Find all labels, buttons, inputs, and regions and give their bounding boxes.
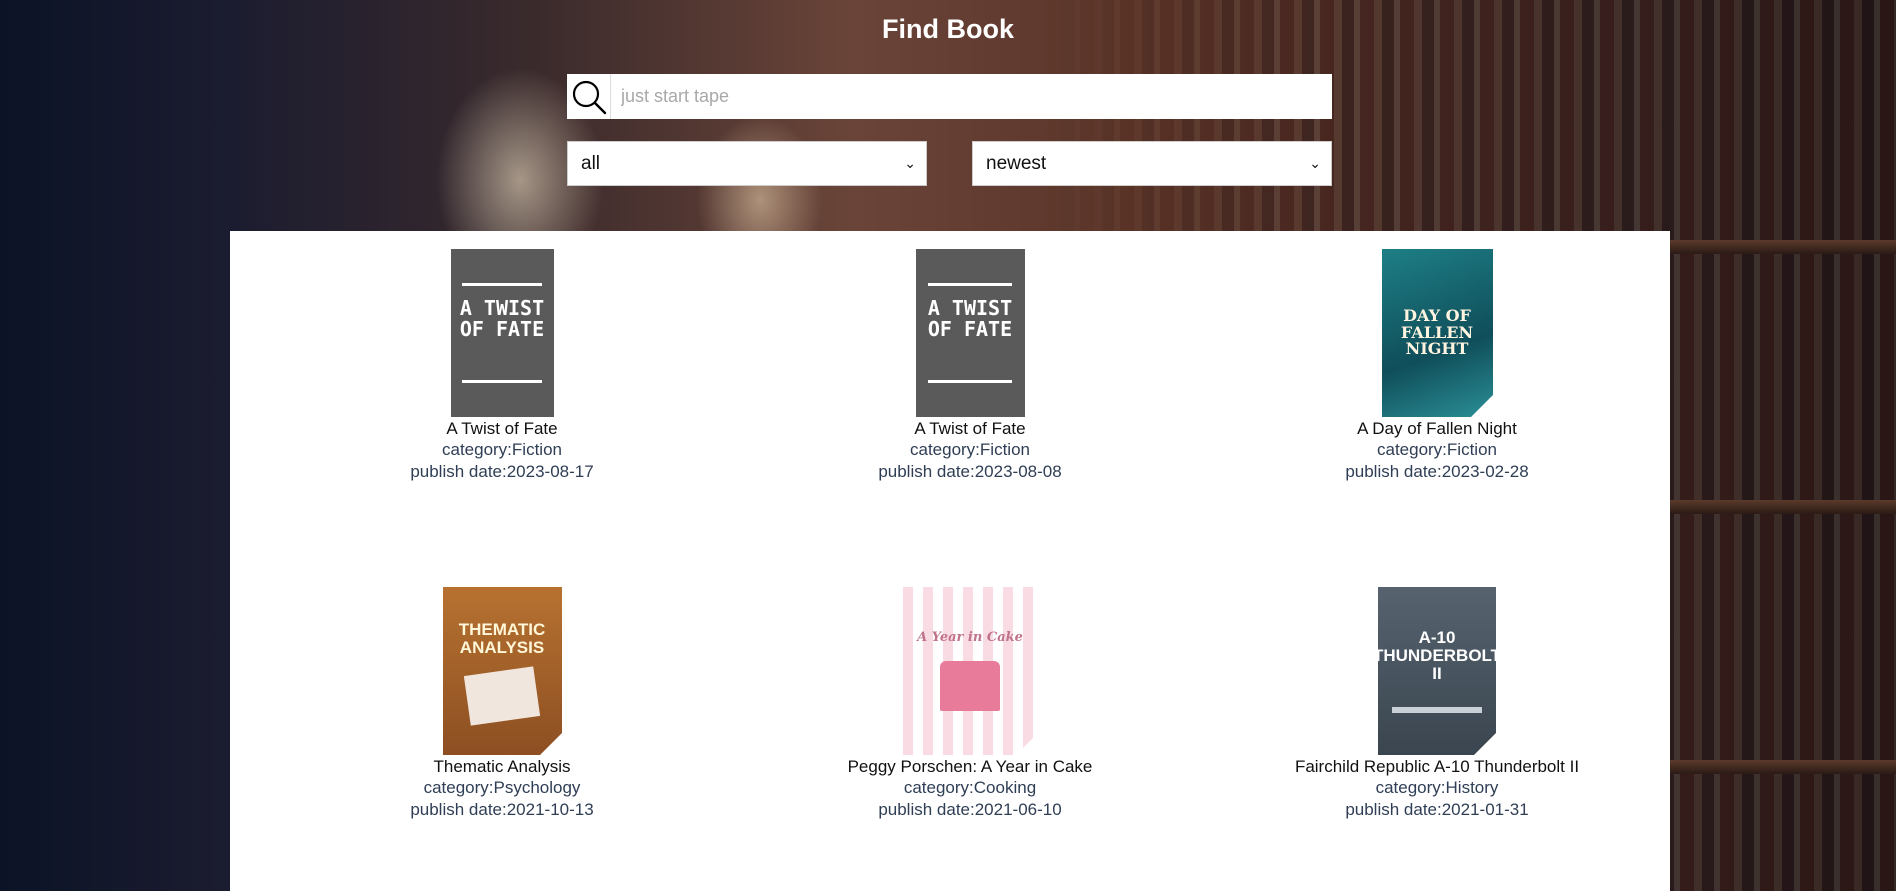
search-input[interactable]: [611, 74, 1332, 119]
book-results-panel: A TWIST OF FATE A Twist of Fate category…: [230, 231, 1670, 891]
book-title[interactable]: A Day of Fallen Night: [1227, 419, 1647, 439]
book-card[interactable]: DAY OF FALLEN NIGHT A Day of Fallen Nigh…: [1227, 249, 1647, 483]
book-title[interactable]: Thematic Analysis: [292, 757, 712, 777]
book-card[interactable]: A TWIST OF FATE A Twist of Fate category…: [292, 249, 712, 483]
category-select-value: all: [581, 152, 601, 174]
sort-select[interactable]: newest ⌄: [972, 141, 1332, 186]
book-cover[interactable]: THEMATIC ANALYSIS: [442, 587, 562, 755]
book-publish-date: publish date:2021-10-13: [410, 800, 594, 819]
book-title[interactable]: A Twist of Fate: [292, 419, 712, 439]
category-select[interactable]: all ⌄: [567, 141, 927, 186]
book-card[interactable]: A TWIST OF FATE A Twist of Fate category…: [760, 249, 1180, 483]
book-cover[interactable]: A-10 THUNDERBOLT II: [1378, 587, 1496, 755]
book-category: category:History: [1375, 778, 1499, 797]
chevron-down-icon: ⌄: [1309, 155, 1321, 171]
book-publish-date: publish date:2021-06-10: [878, 800, 1062, 819]
search-bar: [567, 74, 1332, 119]
book-category: category:Psychology: [423, 778, 581, 797]
book-publish-date: publish date:2023-08-08: [878, 462, 1062, 481]
book-publish-date: publish date:2023-08-17: [410, 462, 594, 481]
book-title[interactable]: Fairchild Republic A-10 Thunderbolt II: [1227, 757, 1647, 777]
book-category: category:Fiction: [1376, 440, 1497, 459]
book-category: category:Fiction: [909, 440, 1030, 459]
book-cover[interactable]: DAY OF FALLEN NIGHT: [1381, 249, 1493, 417]
search-icon[interactable]: [567, 74, 611, 119]
book-cover[interactable]: A Year in Cake: [902, 587, 1038, 755]
book-cover[interactable]: A TWIST OF FATE: [915, 249, 1025, 417]
book-card[interactable]: A-10 THUNDERBOLT II Fairchild Republic A…: [1227, 587, 1647, 821]
book-publish-date: publish date:2023-02-28: [1345, 462, 1529, 481]
sort-select-value: newest: [986, 152, 1047, 174]
chevron-down-icon: ⌄: [904, 155, 916, 171]
page-title: Find Book: [882, 14, 1014, 44]
book-title[interactable]: Peggy Porschen: A Year in Cake: [760, 757, 1180, 777]
book-title[interactable]: A Twist of Fate: [760, 419, 1180, 439]
book-card[interactable]: THEMATIC ANALYSIS Thematic Analysis cate…: [292, 587, 712, 821]
book-cover[interactable]: A TWIST OF FATE: [450, 249, 554, 417]
book-category: category:Fiction: [441, 440, 562, 459]
book-publish-date: publish date:2021-01-31: [1345, 800, 1529, 819]
book-category: category:Cooking: [903, 778, 1037, 797]
book-card[interactable]: A Year in Cake Peggy Porschen: A Year in…: [760, 587, 1180, 821]
